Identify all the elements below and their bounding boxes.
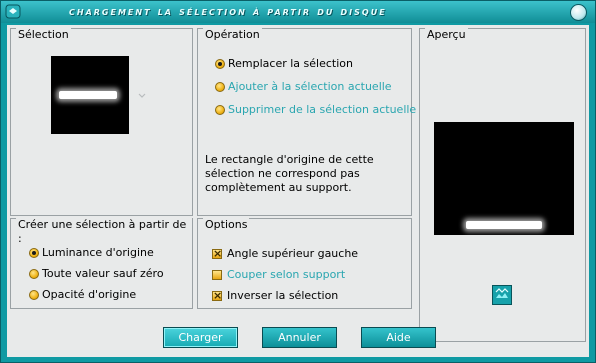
preview-highlight-bar: [466, 221, 542, 229]
radio-replace-selection[interactable]: [215, 59, 225, 69]
radio-nonzero-value-label: Toute valeur sauf zéro: [42, 267, 164, 280]
checkbox-crop-to-canvas[interactable]: [212, 270, 222, 280]
dropdown-arrow-icon[interactable]: [138, 93, 146, 99]
create-from-group: Créer une sélection à partir de : Lumina…: [10, 218, 193, 309]
help-button[interactable]: Aide: [361, 327, 436, 348]
operation-group-title: Opération: [203, 28, 262, 42]
radio-source-luminance-label: Luminance d'origine: [42, 246, 154, 259]
radio-replace-label: Remplacer la sélection: [228, 57, 353, 70]
load-button[interactable]: Charger: [163, 327, 238, 348]
selection-thumbnail[interactable]: [51, 56, 129, 134]
create-from-group-title: Créer une sélection à partir de :: [16, 218, 192, 246]
options-group-title: Options: [203, 218, 250, 232]
checkbox-top-left-corner[interactable]: [212, 247, 222, 261]
radio-nonzero-value[interactable]: [29, 269, 39, 279]
preview-group: Aperçu: [419, 28, 586, 342]
selection-group-title: Sélection: [16, 28, 71, 42]
checkbox-invert-selection-label: Inverser la sélection: [227, 289, 339, 302]
radio-subtract-label: Supprimer de la sélection actuelle: [228, 103, 417, 116]
warning-message-line-3: complètement au support.: [205, 181, 352, 194]
warning-message-line-1: Le rectangle d'origine de cette: [205, 153, 374, 166]
radio-add-selection[interactable]: [215, 82, 225, 92]
operation-group: Opération Remplacer la sélection Ajouter…: [197, 28, 416, 216]
radio-source-opacity[interactable]: [29, 290, 39, 300]
title-bar[interactable]: Chargement la sélection à partir du disq…: [1, 1, 595, 23]
zoom-preview-icon[interactable]: [492, 285, 512, 305]
preview-image: [434, 122, 574, 235]
radio-subtract-selection[interactable]: [215, 105, 225, 115]
options-group: Options Angle supérieur gauche Couper se…: [197, 218, 412, 309]
window-title: Chargement la sélection à partir du disq…: [69, 4, 387, 18]
radio-source-luminance[interactable]: [29, 248, 39, 258]
checkbox-crop-to-canvas-label: Couper selon support: [227, 268, 346, 281]
system-menu-icon[interactable]: [5, 4, 21, 19]
checkbox-top-left-corner-label: Angle supérieur gauche: [227, 247, 359, 260]
selection-group: Sélection: [10, 28, 193, 216]
thumbnail-highlight-bar: [59, 91, 117, 99]
preview-group-title: Aperçu: [425, 28, 468, 42]
cancel-button[interactable]: Annuler: [262, 327, 337, 348]
dialog-window: Chargement la sélection à partir du disq…: [0, 0, 596, 363]
radio-source-opacity-label: Opacité d'origine: [42, 288, 137, 301]
warning-message-line-2: sélection ne correspond pas: [205, 167, 360, 180]
radio-add-label: Ajouter à la sélection actuelle: [228, 80, 392, 93]
dialog-body: Sélection Opération Remplacer la sélecti…: [7, 25, 589, 357]
checkbox-invert-selection[interactable]: [212, 289, 222, 303]
close-button[interactable]: [570, 4, 587, 21]
